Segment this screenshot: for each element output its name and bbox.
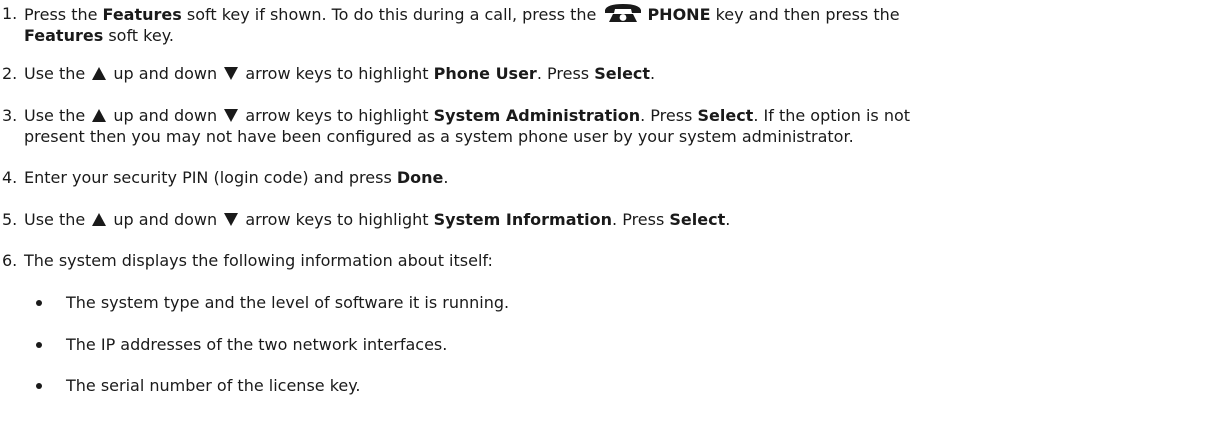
step-text: key and then press the (710, 5, 900, 24)
step-text: Use the (24, 210, 91, 229)
step-number: 3. (2, 106, 18, 125)
features-label: Features (102, 5, 182, 24)
step-text: up and down (108, 210, 223, 229)
up-arrow-icon (92, 210, 107, 226)
step-text: . If the option is not (753, 106, 911, 125)
step-number: 1. (2, 4, 18, 23)
step-number: 4. (2, 168, 18, 187)
step-text: arrow keys to highlight (240, 210, 434, 229)
select-label: Select (669, 210, 726, 229)
step-text: . Press (536, 64, 595, 83)
down-arrow-icon (224, 210, 239, 226)
instructions-document: 1. Press the Features soft key if shown.… (0, 0, 1227, 428)
bullet-dot (36, 342, 42, 348)
features-label: Features (24, 26, 104, 45)
step-text: up and down (108, 64, 223, 83)
step-text: . Press (640, 106, 698, 125)
down-arrow-icon (224, 64, 239, 80)
phone-key-label: PHONE (647, 5, 711, 24)
bullet-dot (36, 300, 42, 306)
step-3: 3. Use the up and down arrow keys to hig… (2, 105, 1221, 147)
step-text: arrow keys to highlight (240, 106, 434, 125)
step-6: 6. The system displays the following inf… (2, 250, 1221, 271)
select-label: Select (594, 64, 651, 83)
step-1: 1. Press the Features soft key if shown.… (2, 3, 1221, 46)
step-text: soft key. (103, 26, 174, 45)
step-text: Use the (24, 64, 91, 83)
step-text: Enter your security PIN (login code) and… (24, 168, 397, 187)
option-label: System Information (433, 210, 613, 229)
list-item-text: The system type and the level of softwar… (66, 293, 510, 312)
step-number: 5. (2, 210, 18, 229)
step-5: 5. Use the up and down arrow keys to hig… (2, 209, 1221, 230)
step-number: 6. (2, 251, 18, 270)
step-text: Press the (24, 5, 103, 24)
done-label: Done (396, 168, 444, 187)
step-text: . (725, 210, 731, 229)
list-item-text: The IP addresses of the two network inte… (66, 335, 448, 354)
step-text: . (443, 168, 449, 187)
step-text: The system displays the following inform… (24, 251, 493, 270)
step-text: Use the (24, 106, 91, 125)
list-item: The system type and the level of softwar… (36, 292, 510, 313)
step-text: . Press (612, 210, 670, 229)
step-4: 4. Enter your security PIN (login code) … (2, 167, 1221, 188)
up-arrow-icon (92, 64, 107, 80)
list-item: The serial number of the license key. (36, 375, 361, 396)
list-item: The IP addresses of the two network inte… (36, 334, 448, 355)
bullet-dot (36, 383, 42, 389)
step-2: 2. Use the up and down arrow keys to hig… (2, 63, 1221, 84)
step-text: . (650, 64, 656, 83)
step-text: up and down (108, 106, 223, 125)
list-item-text: The serial number of the license key. (66, 376, 361, 395)
option-label: System Administration (433, 106, 641, 125)
step-number: 2. (2, 64, 18, 83)
step-text: arrow keys to highlight (240, 64, 434, 83)
step-text: present then you may not have been confi… (24, 127, 854, 146)
select-label: Select (697, 106, 754, 125)
up-arrow-icon (92, 106, 107, 122)
option-label: Phone User (433, 64, 537, 83)
phone-icon (603, 3, 643, 23)
step-text: soft key if shown. To do this during a c… (181, 5, 602, 24)
down-arrow-icon (224, 106, 239, 122)
